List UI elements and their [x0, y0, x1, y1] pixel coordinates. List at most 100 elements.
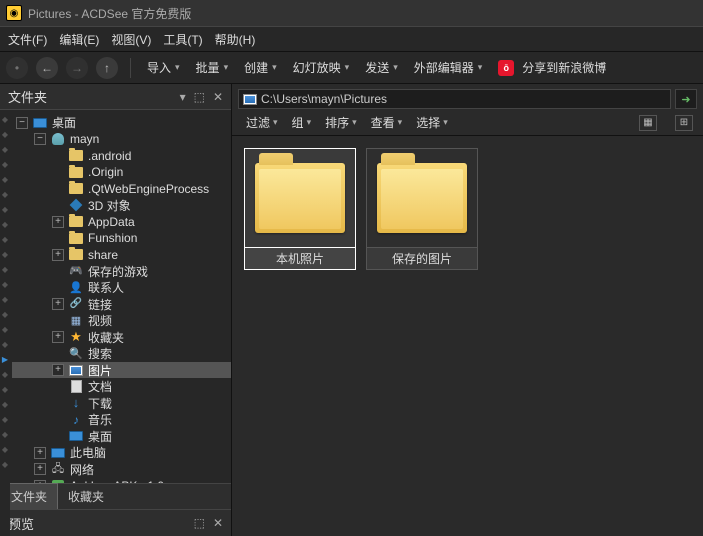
history-menu-button[interactable]: • [6, 57, 28, 79]
tree-node[interactable]: Funshion [12, 230, 231, 246]
tree-node[interactable]: +share [12, 247, 231, 263]
tab-favorites[interactable]: 收藏夹 [58, 484, 114, 509]
forward-button[interactable]: → [66, 57, 88, 79]
sidebar-tabs: 文件夹 收藏夹 [0, 483, 231, 509]
expand-icon[interactable]: + [52, 331, 64, 343]
view-button[interactable]: 查看▾ [371, 114, 403, 131]
menu-tools[interactable]: 工具(T) [163, 31, 202, 48]
go-button[interactable]: ➜ [675, 89, 697, 109]
tree-node[interactable]: 文档 [12, 379, 231, 395]
external-editor-button[interactable]: 外部编辑器▾ [410, 59, 487, 76]
tree-node[interactable]: + AppData [12, 214, 231, 230]
folder-icon [68, 149, 84, 163]
tree-node[interactable]: ▦ 视频 [12, 313, 231, 329]
folder-icon [68, 182, 84, 196]
tree-node[interactable]: ↓下载 [12, 395, 231, 411]
tree-node[interactable]: 🎮保存的游戏 [12, 263, 231, 279]
menu-help[interactable]: 帮助(H) [215, 31, 256, 48]
open-icon: ▦ [68, 314, 84, 328]
filter-bar: 过滤▾ 组▾ 排序▾ 查看▾ 选择▾ ▦ ⊞ [232, 110, 703, 136]
folder-thumbnail[interactable]: 本机照片 [244, 148, 356, 270]
folder-icon [377, 163, 467, 233]
send-button[interactable]: 发送▾ [361, 59, 402, 76]
tree-node-label: 下载 [88, 395, 112, 412]
user-icon [50, 132, 66, 146]
expand-icon[interactable]: + [34, 447, 46, 459]
menu-view[interactable]: 视图(V) [111, 31, 151, 48]
tree-node-label: 保存的游戏 [88, 263, 148, 280]
folder-icon [68, 165, 84, 179]
expand-icon[interactable]: + [52, 216, 64, 228]
tree-node-label: 此电脑 [70, 444, 106, 461]
star-icon: ★ [68, 330, 84, 344]
expand-icon[interactable]: − [34, 133, 46, 145]
import-button[interactable]: 导入▾ [143, 59, 184, 76]
doc-icon [68, 380, 84, 394]
tree-node[interactable]: − mayn [12, 131, 231, 147]
monitor-icon [32, 116, 48, 130]
tree-node-label: 文档 [88, 378, 112, 395]
panel-menu-icon[interactable]: ▾ [180, 90, 186, 104]
menu-edit[interactable]: 编辑(E) [59, 31, 99, 48]
expand-icon[interactable]: − [16, 117, 28, 129]
group-button[interactable]: 组▾ [292, 114, 312, 131]
tree-node[interactable]: +🖧网络 [12, 461, 231, 477]
expand-icon[interactable]: + [52, 364, 64, 376]
folder-path-icon [243, 94, 257, 105]
tree-node-label: 视频 [88, 312, 112, 329]
category-markers: ◆◆◆◆◆ ◆◆◆◆◆ ◆◆◆◆◆ ◆▶◆◆◆ ◆◆◆◆ [0, 112, 10, 536]
slideshow-button[interactable]: 幻灯放映▾ [289, 59, 354, 76]
tree-node[interactable]: 👤联系人 [12, 280, 231, 296]
monitor-icon [68, 429, 84, 443]
preview-panel: 预览 ⬚ ✕ [0, 509, 231, 536]
sort-button[interactable]: 排序▾ [325, 114, 357, 131]
tree-node-label: 图片 [88, 362, 112, 379]
tree-node-label: 链接 [88, 296, 112, 313]
up-button[interactable]: ↑ [96, 57, 118, 79]
tree-node[interactable]: + 图片 [12, 362, 231, 378]
tree-node[interactable]: +★收藏夹 [12, 329, 231, 345]
folder-tree[interactable]: −桌面−mayn.android.Origin.QtWebEngineProce… [0, 110, 231, 483]
folder-icon [255, 163, 345, 233]
net-icon: 🖧 [50, 462, 66, 476]
preview-pin-icon[interactable]: ⬚ [194, 516, 205, 530]
expand-icon[interactable]: + [34, 463, 46, 475]
create-button[interactable]: 创建▾ [240, 59, 281, 76]
expand-icon[interactable]: + [52, 298, 64, 310]
tree-node-label: AppData [88, 215, 135, 229]
tree-node[interactable]: 3D 对象 [12, 197, 231, 213]
tree-node-label: mayn [70, 132, 99, 146]
tree-node[interactable]: + 此电脑 [12, 445, 231, 461]
share-weibo-button[interactable]: ō分享到新浪微博 [494, 59, 610, 76]
path-text: C:\Users\mayn\Pictures [261, 92, 387, 106]
preview-close-icon[interactable]: ✕ [213, 516, 223, 530]
view-mode-2-button[interactable]: ⊞ [675, 115, 693, 131]
panel-pin-icon[interactable]: ⬚ [194, 90, 205, 104]
expand-icon[interactable]: + [52, 249, 64, 261]
tree-node[interactable]: 桌面 [12, 428, 231, 444]
address-field[interactable]: C:\Users\mayn\Pictures [238, 89, 671, 109]
tree-node[interactable]: ♪音乐 [12, 412, 231, 428]
note-icon: ♪ [68, 413, 84, 427]
folders-panel-header: 文件夹 ▾ ⬚ ✕ [0, 84, 231, 110]
panel-close-icon[interactable]: ✕ [213, 90, 223, 104]
tree-node[interactable]: .android [12, 148, 231, 164]
tree-node-label: .android [88, 149, 131, 163]
tree-node[interactable]: −桌面 [12, 115, 231, 131]
tree-node[interactable]: +🔗链接 [12, 296, 231, 312]
batch-button[interactable]: 批量▾ [192, 59, 233, 76]
back-button[interactable]: ← [36, 57, 58, 79]
tree-node[interactable]: .Origin [12, 164, 231, 180]
pic-icon [68, 363, 84, 377]
tree-node[interactable]: .QtWebEngineProcess [12, 181, 231, 197]
select-button[interactable]: 选择▾ [416, 114, 448, 131]
folder-thumbnail[interactable]: 保存的图片 [366, 148, 478, 270]
tree-node-label: 搜索 [88, 345, 112, 362]
view-mode-1-button[interactable]: ▦ [639, 115, 657, 131]
folder-icon [68, 248, 84, 262]
sidebar: ◆◆◆◆◆ ◆◆◆◆◆ ◆◆◆◆◆ ◆▶◆◆◆ ◆◆◆◆ 文件夹 ▾ ⬚ ✕ −… [0, 84, 232, 536]
menubar: 文件(F) 编辑(E) 视图(V) 工具(T) 帮助(H) [0, 26, 703, 52]
tree-node[interactable]: 🔍搜索 [12, 346, 231, 362]
filter-button[interactable]: 过滤▾ [246, 114, 278, 131]
menu-file[interactable]: 文件(F) [8, 31, 47, 48]
